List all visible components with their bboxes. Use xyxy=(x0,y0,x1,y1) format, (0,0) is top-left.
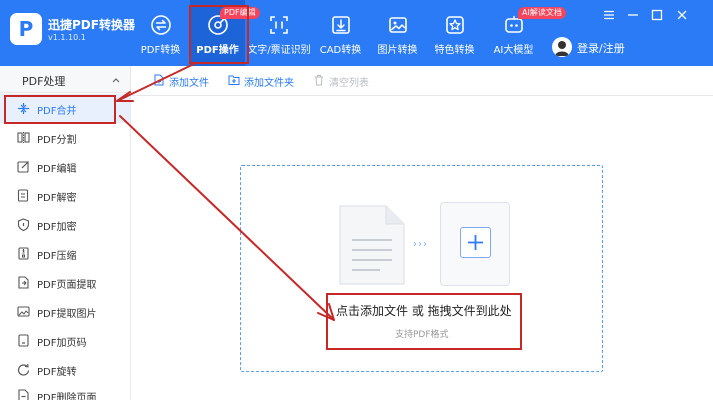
plus-icon xyxy=(468,235,483,250)
nav-label: CAD转换 xyxy=(319,45,362,56)
sidebar-item-compress[interactable]: PDF压缩 xyxy=(0,239,130,268)
star-icon xyxy=(445,16,464,34)
sidebar-item-label: PDF分割 xyxy=(37,135,77,146)
nav-label: 特色转换 xyxy=(434,45,475,56)
plus-box xyxy=(460,227,491,258)
sidebar-item-merge[interactable]: PDF合并 xyxy=(0,94,130,123)
avatar[interactable] xyxy=(552,37,572,57)
sidebar-item-label: PDF删除页面 xyxy=(37,393,97,400)
add-folder-button[interactable]: 添加文件夹 xyxy=(228,73,300,89)
nav-label: AI大模型 xyxy=(493,45,534,56)
sidebar-item-label: PDF加页码 xyxy=(37,338,87,349)
user-icon xyxy=(555,41,569,56)
add-folder-label: 添加文件夹 xyxy=(244,78,294,89)
image-icon xyxy=(388,17,407,33)
drop-zone-main-text: 点击添加文件 或 拖拽文件到此处 xyxy=(336,304,512,318)
chevrons-right-icon: ››› xyxy=(413,239,428,250)
page-extract-icon xyxy=(18,276,29,289)
nav-label: PDF操作 xyxy=(196,45,239,56)
maximize-icon[interactable] xyxy=(650,8,664,22)
rotate-icon xyxy=(17,363,30,376)
ai-badge: AI解读文档 xyxy=(518,7,566,19)
sidebar-item-label: PDF加密 xyxy=(37,222,77,233)
sidebar-item-label: PDF压缩 xyxy=(37,251,77,262)
app-logo: P xyxy=(10,13,42,45)
file-drop-zone[interactable]: ››› 点击添加文件 或 拖拽文件到此处 支持PDF格式 xyxy=(240,165,603,372)
sidebar-header[interactable]: PDF处理 xyxy=(0,66,130,93)
sidebar-item-label: PDF解密 xyxy=(37,193,77,204)
app-name: 迅捷PDF转换器 xyxy=(48,18,135,32)
minimize-icon[interactable] xyxy=(626,8,640,22)
nav-label: 图片转换 xyxy=(377,45,418,56)
shield-icon xyxy=(17,218,30,231)
sidebar-item-label: PDF页面提取 xyxy=(37,280,97,291)
sidebar-item-decrypt[interactable]: PDF解密 xyxy=(0,181,130,210)
swap-icon xyxy=(150,15,171,35)
nav-label: PDF转换 xyxy=(140,45,181,56)
add-file-label: 添加文件 xyxy=(169,78,209,89)
app-version: v1.1.10.1 xyxy=(48,33,86,42)
add-file-card[interactable] xyxy=(440,202,510,286)
sidebar-header-label: PDF处理 xyxy=(22,75,66,88)
logo-letter: P xyxy=(18,17,34,41)
toolbar-divider xyxy=(132,95,713,96)
sidebar-item-image-extract[interactable]: PDF提取图片 xyxy=(0,297,130,326)
top-bar: P 迅捷PDF转换器 v1.1.10.1 PDF转换 PDF操作 PDF编辑 文… xyxy=(0,0,713,66)
sidebar: PDF处理 PDF合并 PDF分割 PDF编辑 PDF解密 PDF加密 PDF压… xyxy=(0,66,131,400)
delete-page-icon xyxy=(18,389,29,400)
merge-icon xyxy=(18,103,29,114)
edit-icon xyxy=(17,161,29,173)
clear-list-button[interactable]: 清空列表 xyxy=(313,73,369,89)
add-file-button[interactable]: 添加文件 xyxy=(153,73,213,89)
nav-image[interactable]: 图片转换 xyxy=(370,0,425,66)
sidebar-item-label: PDF旋转 xyxy=(37,367,77,378)
nav-special[interactable]: 特色转换 xyxy=(427,0,482,66)
close-icon[interactable] xyxy=(675,8,689,22)
sidebar-item-label: PDF编辑 xyxy=(37,164,77,175)
nav-label: 文字/票证识别 xyxy=(247,45,311,56)
trash-icon xyxy=(315,75,323,86)
sidebar-item-rotate[interactable]: PDF旋转 xyxy=(0,355,130,384)
sidebar-item-label: PDF提取图片 xyxy=(37,309,97,320)
clear-list-label: 清空列表 xyxy=(329,78,369,89)
sidebar-item-split[interactable]: PDF分割 xyxy=(0,123,130,152)
cad-icon xyxy=(331,16,350,34)
image-extract-icon xyxy=(17,306,30,317)
menu-icon[interactable] xyxy=(602,8,616,22)
nav-ocr[interactable]: 文字/票证识别 xyxy=(247,0,311,66)
sidebar-item-page-extract[interactable]: PDF页面提取 xyxy=(0,268,130,297)
sidebar-item-edit[interactable]: PDF编辑 xyxy=(0,152,130,181)
compress-icon xyxy=(18,247,29,260)
sidebar-item-page-number[interactable]: PDF加页码 xyxy=(0,326,130,355)
sidebar-item-delete-page[interactable]: PDF删除页面 xyxy=(0,381,130,400)
add-file-icon xyxy=(154,74,164,86)
login-link[interactable]: 登录/注册 xyxy=(577,40,625,56)
drop-zone-sub-text: 支持PDF格式 xyxy=(395,330,449,340)
nav-pdf-convert[interactable]: PDF转换 xyxy=(133,0,188,66)
chevron-up-icon xyxy=(112,78,120,83)
ocr-frame-icon xyxy=(270,16,288,34)
document-icon xyxy=(339,205,405,285)
sidebar-item-encrypt[interactable]: PDF加密 xyxy=(0,210,130,239)
sidebar-item-label: PDF合并 xyxy=(37,106,77,117)
add-folder-icon xyxy=(228,75,240,85)
nav-cad[interactable]: CAD转换 xyxy=(313,0,368,66)
page-number-icon xyxy=(18,334,29,347)
unlock-icon xyxy=(17,189,29,202)
split-icon xyxy=(17,132,30,143)
